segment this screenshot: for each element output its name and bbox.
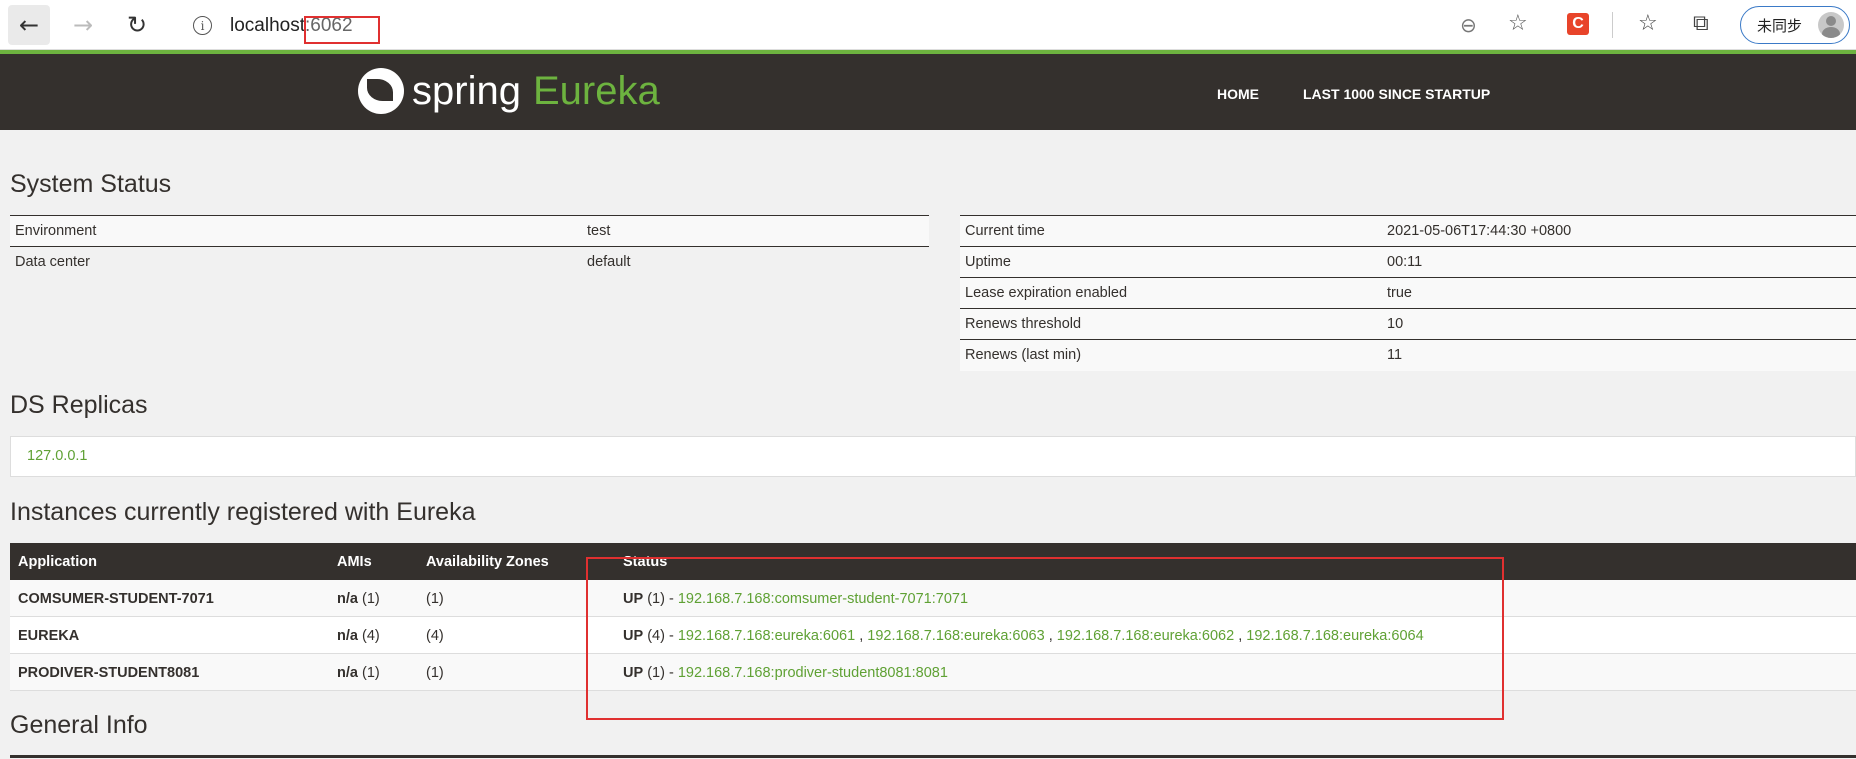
table-row: Current time 2021-05-06T17:44:30 +0800 xyxy=(960,216,1856,247)
table-row: Environment test xyxy=(10,216,929,247)
nav-last-1000-link[interactable]: LAST 1000 SINCE STARTUP xyxy=(1303,86,1490,102)
ami-count: (1) xyxy=(361,665,380,681)
profile-label: 未同步 xyxy=(1757,16,1803,35)
nav-home-link[interactable]: HOME xyxy=(1217,86,1259,102)
replica-link[interactable]: 127.0.0.1 xyxy=(27,448,87,464)
annotation-port-highlight xyxy=(304,16,380,44)
kv-key: Current time xyxy=(965,223,1045,239)
system-status-left-table: Environment test Data center default xyxy=(10,215,929,278)
header-availability-zones: Availability Zones xyxy=(426,554,549,570)
general-info-heading: General Info xyxy=(10,711,148,739)
url-host: localhost xyxy=(230,15,305,36)
zone-count: (4) xyxy=(426,628,444,644)
back-button[interactable]: ← xyxy=(8,5,50,45)
favorites-icon[interactable]: ☆ xyxy=(1638,11,1658,36)
table-row: Renews threshold 10 xyxy=(960,309,1856,340)
info-icon[interactable]: i xyxy=(193,16,212,35)
ds-replicas-heading: DS Replicas xyxy=(10,391,148,419)
ami-cell: n/a (1) xyxy=(337,665,380,681)
ami-cell: n/a (1) xyxy=(337,591,380,607)
kv-key: Renews (last min) xyxy=(965,347,1082,363)
collections-icon[interactable]: ⧉ xyxy=(1693,11,1709,36)
kv-value: true xyxy=(1387,285,1412,301)
table-row: Renews (last min) 11 xyxy=(960,340,1856,371)
ami-count: (1) xyxy=(361,591,380,607)
spring-eureka-logo[interactable]: spring Eureka xyxy=(358,68,660,114)
browser-toolbar: ← → ↻ i localhost:6062 ⊖ ☆ C ☆ ⧉ 未同步 xyxy=(0,0,1856,50)
instances-heading: Instances currently registered with Eure… xyxy=(10,498,476,526)
kv-value: default xyxy=(587,254,631,270)
avatar xyxy=(1818,12,1844,38)
kv-key: Renews threshold xyxy=(965,316,1082,332)
profile-button[interactable]: 未同步 xyxy=(1740,6,1850,44)
kv-key: Data center xyxy=(15,254,90,270)
header-amis: AMIs xyxy=(337,554,372,570)
application-name: PRODIVER-STUDENT8081 xyxy=(18,665,200,681)
zone-count: (1) xyxy=(426,665,444,681)
zone-count: (1) xyxy=(426,591,444,607)
kv-value: 10 xyxy=(1387,316,1404,332)
kv-key: Lease expiration enabled xyxy=(965,285,1128,301)
ami-value: n/a xyxy=(337,591,358,607)
kv-value: 2021-05-06T17:44:30 +0800 xyxy=(1387,223,1572,239)
zoom-out-icon[interactable]: ⊖ xyxy=(1460,13,1477,37)
forward-button[interactable]: → xyxy=(62,5,104,45)
eureka-navbar: spring Eureka HOME LAST 1000 SINCE START… xyxy=(0,50,1856,130)
spring-leaf-icon xyxy=(358,68,404,114)
kv-key: Environment xyxy=(15,223,97,239)
system-status-right-table: Current time 2021-05-06T17:44:30 +0800 U… xyxy=(960,215,1856,371)
ami-value: n/a xyxy=(337,628,358,644)
reload-button[interactable]: ↻ xyxy=(116,5,158,45)
application-name: COMSUMER-STUDENT-7071 xyxy=(18,591,214,607)
csdn-extension-icon[interactable]: C xyxy=(1567,13,1589,35)
star-add-icon[interactable]: ☆ xyxy=(1508,11,1528,36)
ami-count: (4) xyxy=(361,628,380,644)
reload-icon: ↻ xyxy=(126,11,148,39)
kv-key: Uptime xyxy=(965,254,1011,270)
ami-cell: n/a (4) xyxy=(337,628,380,644)
arrow-right-icon: → xyxy=(72,11,94,39)
header-application: Application xyxy=(18,554,97,570)
table-row: Data center default xyxy=(10,247,929,278)
arrow-left-icon: ← xyxy=(18,11,40,39)
logo-spring-text: spring xyxy=(412,68,521,113)
annotation-status-highlight xyxy=(586,557,1504,720)
ami-value: n/a xyxy=(337,665,358,681)
kv-value: 00:11 xyxy=(1387,254,1423,270)
application-name: EUREKA xyxy=(18,628,80,644)
general-info-table-top xyxy=(10,755,1856,758)
system-status-heading: System Status xyxy=(10,170,172,198)
logo-eureka-text: Eureka xyxy=(532,68,660,113)
table-row: Lease expiration enabled true xyxy=(960,278,1856,309)
toolbar-divider xyxy=(1612,12,1613,38)
replicas-list: 127.0.0.1 xyxy=(10,436,1856,477)
kv-value: test xyxy=(587,223,611,239)
table-row: Uptime 00:11 xyxy=(960,247,1856,278)
kv-value: 11 xyxy=(1387,347,1403,363)
